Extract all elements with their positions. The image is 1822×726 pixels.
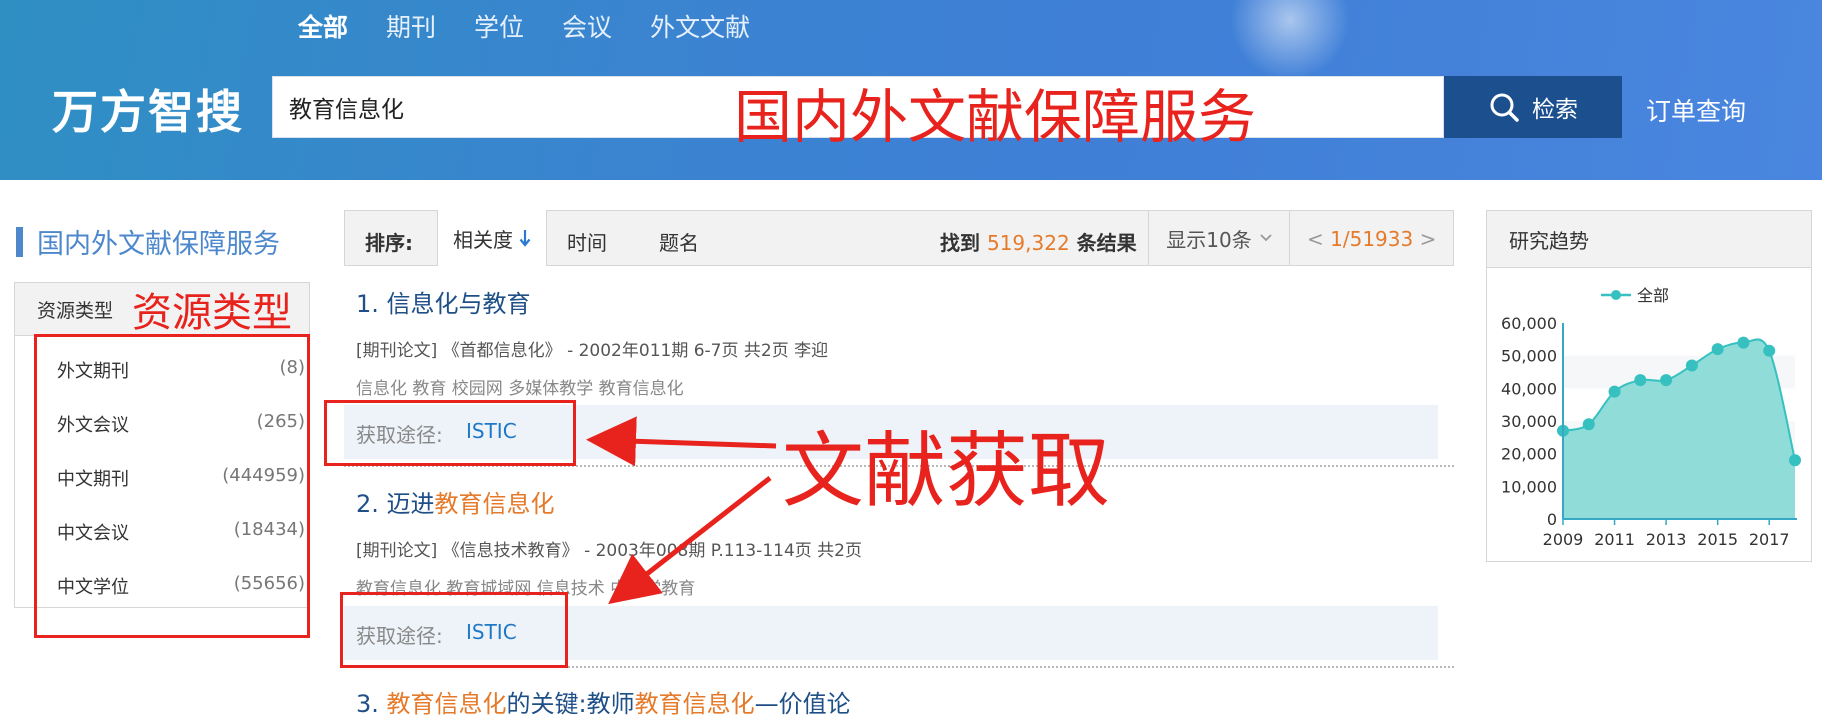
trend-point[interactable] <box>1737 336 1750 349</box>
trend-header: 研究趋势 <box>1487 211 1811 268</box>
trend-point[interactable] <box>1789 454 1801 467</box>
x-tick-label: 2009 <box>1543 530 1584 549</box>
y-tick-label: 20,000 <box>1501 445 1557 464</box>
trend-point[interactable] <box>1685 359 1698 372</box>
annotation-arrow-2 <box>608 476 772 605</box>
y-tick-label: 0 <box>1547 510 1557 529</box>
annotation-arrow-1 <box>586 416 777 467</box>
trend-chart: 全部 60,000 50,000 40,000 30,000 20,000 10,000 0… <box>1501 286 1801 549</box>
trend-point[interactable] <box>1660 374 1673 387</box>
trend-point[interactable] <box>1608 385 1621 398</box>
y-tick-label: 40,000 <box>1501 379 1557 398</box>
y-tick-label: 60,000 <box>1501 314 1557 333</box>
trend-point[interactable] <box>1634 374 1647 387</box>
trend-point[interactable] <box>1582 418 1595 431</box>
legend-swatch-dot <box>1611 290 1621 300</box>
trend-title: 研究趋势 <box>1509 228 1589 253</box>
x-tick-label: 2015 <box>1697 530 1738 549</box>
y-tick-label: 10,000 <box>1501 477 1557 496</box>
y-tick-label: 30,000 <box>1501 412 1557 431</box>
trend-point[interactable] <box>1763 344 1776 357</box>
legend-label: 全部 <box>1637 286 1669 305</box>
y-tick-label: 50,000 <box>1501 347 1557 366</box>
research-trend-panel: 研究趋势 全部 60,000 50,000 40,000 30,000 20,000 10… <box>1486 210 1812 562</box>
x-tick-label: 2017 <box>1749 530 1790 549</box>
x-tick-label: 2013 <box>1646 530 1687 549</box>
trend-point[interactable] <box>1711 343 1724 356</box>
x-tick-label: 2011 <box>1594 530 1635 549</box>
